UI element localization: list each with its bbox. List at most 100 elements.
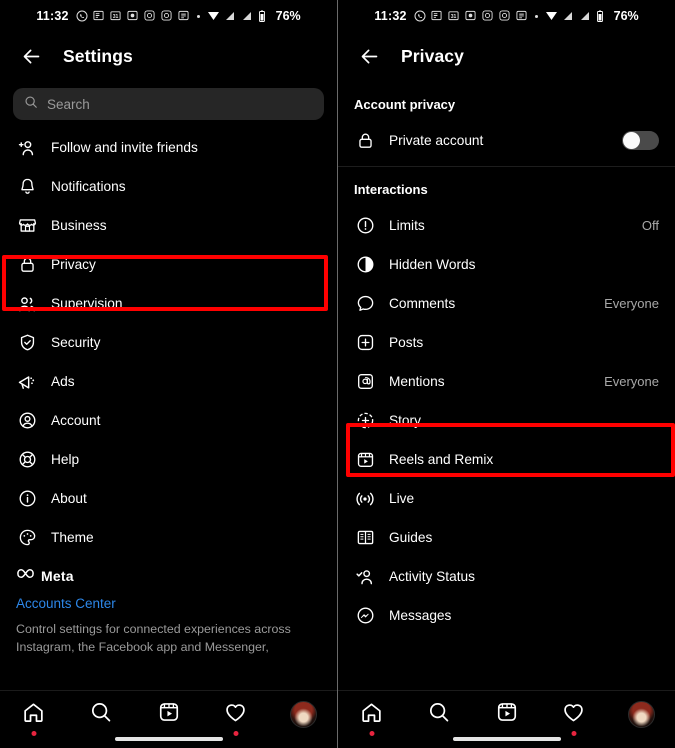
search-icon: [24, 95, 38, 114]
row-live[interactable]: Live: [338, 479, 675, 518]
sidebar-item-label: Help: [51, 452, 80, 467]
app-icon-2: [516, 10, 528, 22]
nav-reels[interactable]: [473, 701, 540, 731]
sidebar-item-notifications[interactable]: Notifications: [0, 167, 337, 206]
wifi-icon: [545, 10, 557, 22]
storefront-icon: [16, 215, 38, 237]
app-icon: [127, 10, 139, 22]
nav-home[interactable]: [338, 701, 405, 736]
signal-icon-2: [241, 10, 253, 22]
row-label: Reels and Remix: [389, 452, 494, 467]
nav-home[interactable]: [0, 701, 67, 736]
row-activity-status[interactable]: Activity Status: [338, 557, 675, 596]
account-circle-icon: [16, 410, 38, 432]
row-comments[interactable]: Comments Everyone: [338, 284, 675, 323]
sidebar-item-security[interactable]: Security: [0, 323, 337, 362]
signal-icon-1: [562, 10, 574, 22]
nav-search[interactable]: [405, 701, 472, 731]
settings-app-bar: Settings: [0, 30, 337, 82]
nav-activity[interactable]: [202, 701, 269, 736]
nav-badge: [233, 731, 239, 736]
battery-icon: [596, 10, 608, 22]
battery-icon: [258, 10, 270, 22]
svg-text:31: 31: [450, 14, 456, 20]
section-header-interactions: Interactions: [354, 182, 428, 197]
row-value: Everyone: [604, 374, 659, 389]
sidebar-item-ads[interactable]: Ads: [0, 362, 337, 401]
row-messages[interactable]: Messages: [338, 596, 675, 635]
plus-square-icon: [354, 332, 376, 354]
page-title: Settings: [63, 45, 133, 66]
meta-description: Control settings for connected experienc…: [16, 622, 291, 660]
instagram-icon: [482, 10, 494, 22]
instagram-icon-2: [161, 10, 173, 22]
search-input[interactable]: Search: [13, 88, 324, 120]
row-guides[interactable]: Guides: [338, 518, 675, 557]
exclamation-circle-icon: [354, 215, 376, 237]
bottom-nav-right: [338, 690, 675, 748]
sidebar-item-account[interactable]: Account: [0, 401, 337, 440]
row-story[interactable]: Story: [338, 401, 675, 440]
sidebar-item-help[interactable]: Help: [0, 440, 337, 479]
back-arrow-icon[interactable]: [354, 41, 384, 71]
sidebar-item-label: Supervision: [51, 296, 123, 311]
private-account-toggle[interactable]: [622, 131, 659, 150]
row-label: Hidden Words: [389, 257, 476, 272]
megaphone-icon: [16, 371, 38, 393]
row-value: Off: [641, 218, 659, 233]
row-hidden-words[interactable]: Hidden Words: [338, 245, 675, 284]
app-icon-2: [178, 10, 190, 22]
bell-icon: [16, 176, 38, 198]
sidebar-item-about[interactable]: About: [0, 479, 337, 518]
sidebar-item-label: Ads: [51, 374, 75, 389]
sidebar-item-label: Security: [51, 335, 101, 350]
nav-profile[interactable]: [608, 701, 675, 731]
at-sign-icon: [354, 371, 376, 393]
avatar: [627, 701, 655, 728]
accounts-center-link[interactable]: Accounts Center: [16, 596, 321, 611]
sidebar-item-label: Privacy: [51, 257, 96, 272]
row-label: Private account: [389, 133, 484, 148]
sidebar-item-label: Notifications: [51, 179, 126, 194]
row-label: Limits: [389, 218, 425, 233]
nav-activity[interactable]: [540, 701, 607, 736]
search-placeholder: Search: [47, 96, 90, 112]
nav-reels[interactable]: [135, 701, 202, 731]
sidebar-item-theme[interactable]: Theme: [0, 518, 337, 557]
sidebar-item-follow-and-invite-friends[interactable]: Follow and invite friends: [0, 128, 337, 167]
news-icon: [93, 10, 105, 22]
heart-icon: [562, 701, 585, 729]
nav-profile[interactable]: [270, 701, 337, 731]
row-value: Everyone: [604, 296, 659, 311]
battery-percent: 76%: [275, 9, 301, 23]
instagram-icon: [144, 10, 156, 22]
row-reels-and-remix[interactable]: Reels and Remix: [338, 440, 675, 479]
dot-icon: [534, 14, 538, 18]
app-icon: [465, 10, 477, 22]
nav-search[interactable]: [67, 701, 134, 731]
row-private-account[interactable]: Private account: [338, 121, 675, 160]
back-arrow-icon[interactable]: [16, 41, 46, 71]
palette-icon: [16, 527, 38, 549]
meta-brand-label: Meta: [41, 568, 74, 584]
row-label: Messages: [389, 608, 452, 623]
row-limits[interactable]: Limits Off: [338, 206, 675, 245]
eye-hidden-icon: [354, 254, 376, 276]
sidebar-item-supervision[interactable]: Supervision: [0, 284, 337, 323]
story-plus-icon: [354, 410, 376, 432]
bottom-nav-left: [0, 690, 337, 748]
row-mentions[interactable]: Mentions Everyone: [338, 362, 675, 401]
battery-percent: 76%: [613, 9, 639, 23]
avatar: [289, 701, 317, 728]
comment-bubble-icon: [354, 293, 376, 315]
add-person-icon: [16, 137, 38, 159]
nav-badge: [31, 731, 37, 736]
sidebar-item-label: Account: [51, 413, 101, 428]
sidebar-item-privacy[interactable]: Privacy: [0, 245, 337, 284]
home-indicator: [452, 737, 561, 741]
sidebar-item-business[interactable]: Business: [0, 206, 337, 245]
meta-footer-block: Meta Accounts Center Control settings fo…: [0, 557, 337, 660]
row-posts[interactable]: Posts: [338, 323, 675, 362]
search-icon: [90, 701, 112, 728]
info-circle-icon: [16, 488, 38, 510]
